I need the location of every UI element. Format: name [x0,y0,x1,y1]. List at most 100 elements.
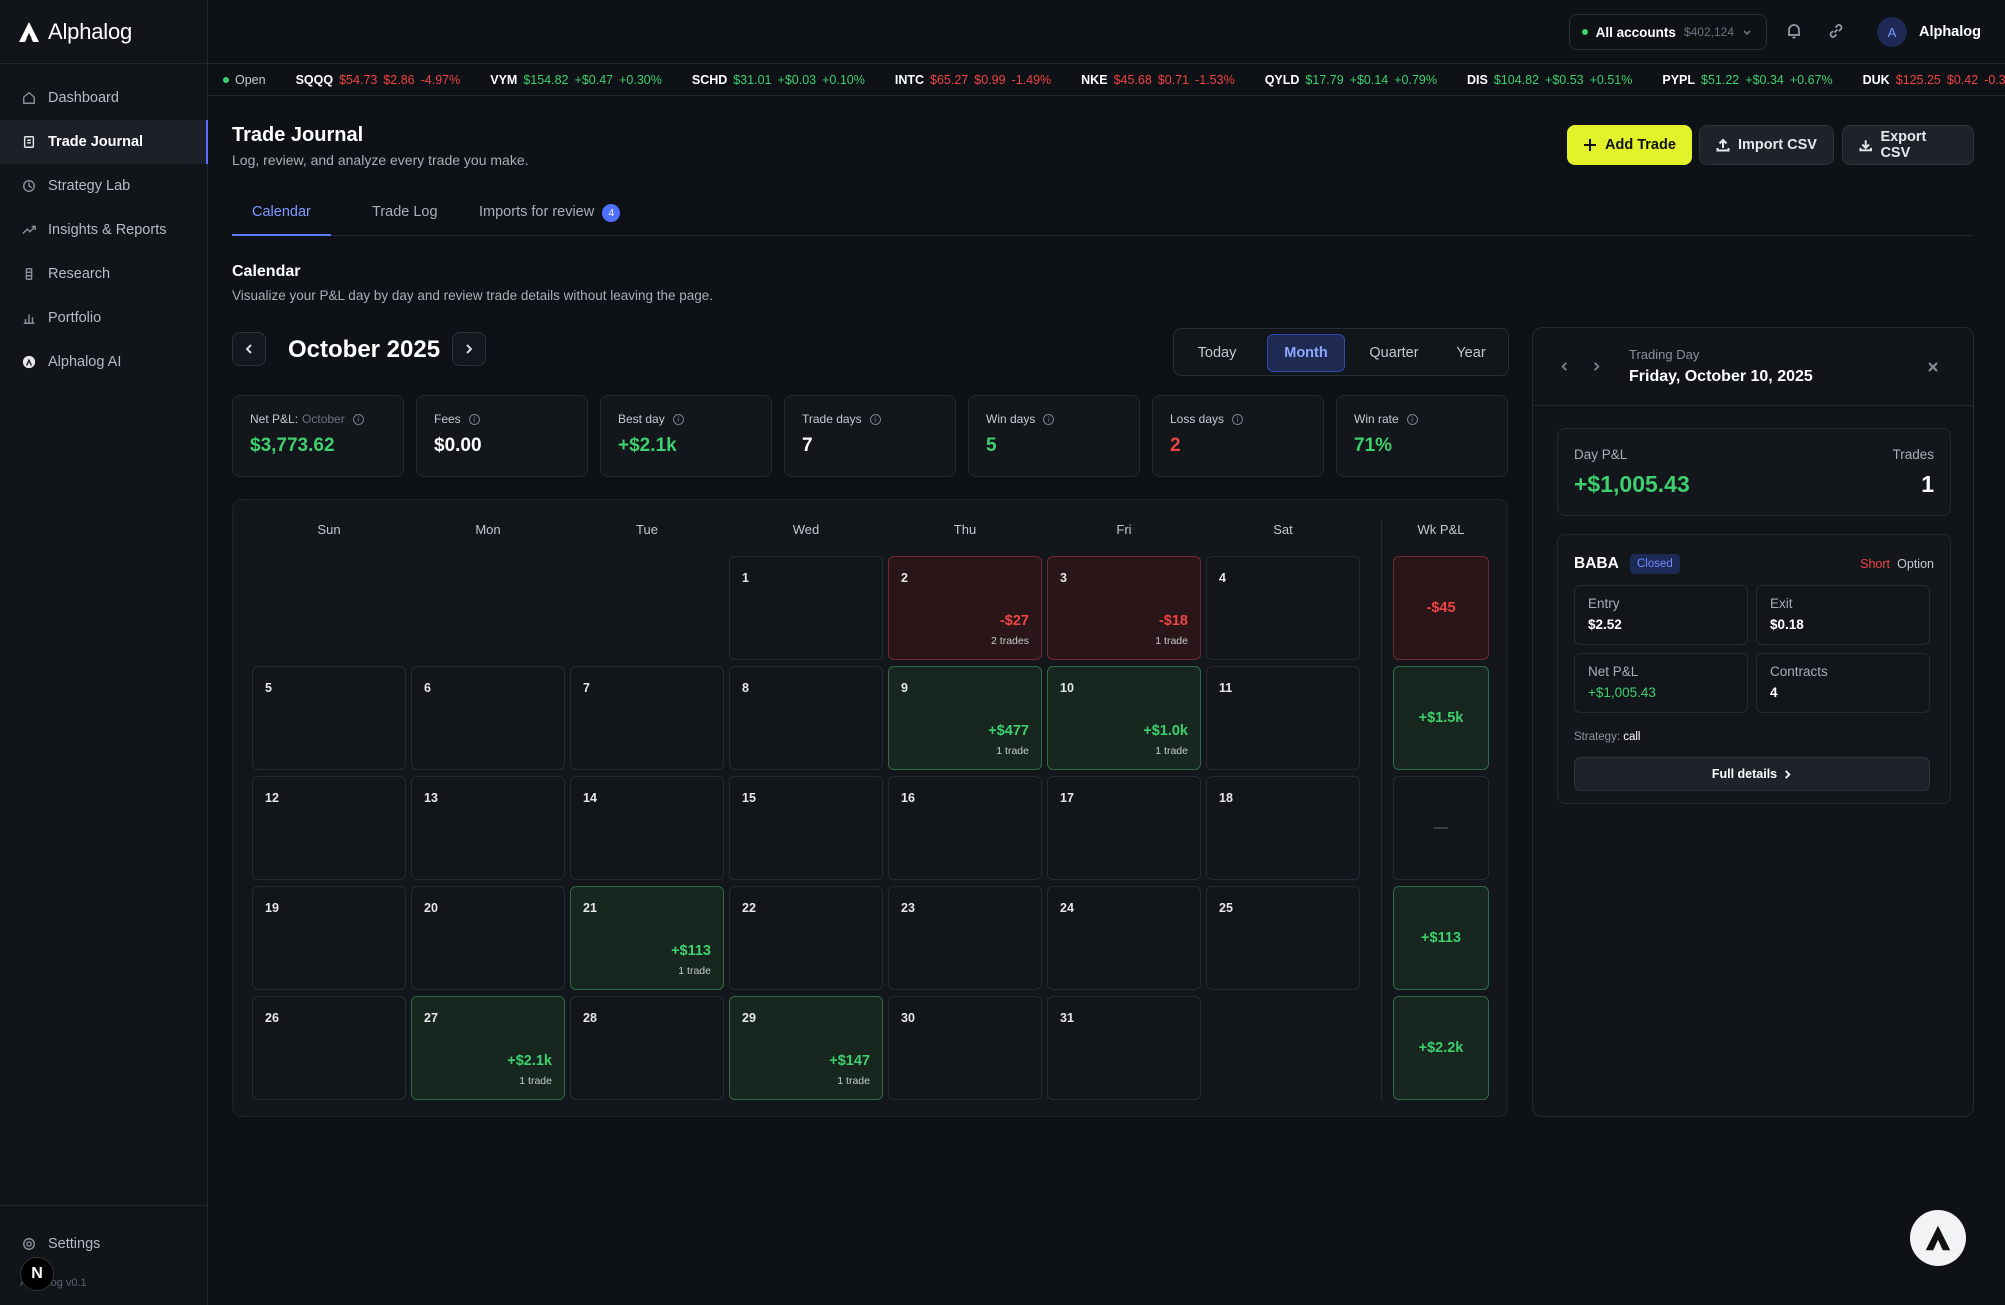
next-month-button[interactable] [452,332,486,366]
info-icon[interactable]: i [869,413,881,425]
calendar-day-cell[interactable]: 1 [729,556,883,660]
brand-logo[interactable]: Alphalog [0,0,207,64]
gear-icon [23,1238,35,1250]
import-csv-button[interactable]: Import CSV [1699,125,1834,165]
sidebar-item-trade-journal[interactable]: Trade Journal [0,120,208,164]
stat-label-row: Win rate i [1354,412,1490,426]
user-menu[interactable]: A Alphalog [1876,17,1981,47]
prev-month-button[interactable] [232,332,266,366]
export-csv-button[interactable]: Export CSV [1842,125,1974,165]
calendar-day-cell[interactable]: 4 [1206,556,1360,660]
calendar-day-cell[interactable]: 12 [252,776,406,880]
link-button[interactable] [1827,22,1847,42]
ticker-item[interactable]: INTC $65.27 $0.99 -1.49% [895,73,1051,87]
trades-value: 1 [1921,471,1934,497]
calendar-day-cell[interactable]: 2 -$27 2 trades [888,556,1042,660]
close-panel-button[interactable] [1927,361,1939,373]
weekday-header: Fri [1116,522,1132,537]
calendar-day-cell[interactable]: 17 [1047,776,1201,880]
calendar-day-cell[interactable]: 15 [729,776,883,880]
calendar-day-cell[interactable]: 11 [1206,666,1360,770]
info-icon[interactable]: i [672,413,684,425]
full-details-button[interactable]: Full details [1574,757,1930,791]
market-status-label: Open [235,72,266,87]
day-trade-count: 1 trade [837,1075,870,1087]
calendar-day-cell[interactable]: 13 [411,776,565,880]
info-icon[interactable]: i [1232,413,1244,425]
ticker-item[interactable]: PYPL $51.22 +$0.34 +0.67% [1662,73,1832,87]
info-icon[interactable]: i [1043,413,1055,425]
next-day-button[interactable] [1591,361,1602,372]
ticker-item[interactable]: VYM $154.82 +$0.47 +0.30% [490,73,662,87]
sidebar-item-insights[interactable]: Insights & Reports [0,208,207,252]
info-icon[interactable]: i [1406,413,1418,425]
calendar-day-cell[interactable]: 6 [411,666,565,770]
alphalog-ai-fab[interactable] [1910,1210,1966,1266]
ticker-item[interactable]: QYLD $17.79 +$0.14 +0.79% [1265,73,1437,87]
tab-imports-for-review[interactable]: Imports for review 4 [459,202,640,236]
tab-trade-log[interactable]: Trade Log [352,202,458,236]
calendar-day-cell[interactable]: 9 +$477 1 trade [888,666,1042,770]
ticker-percent: -0.33% [1984,72,2005,87]
sidebar-item-strategy-lab[interactable]: Strategy Lab [0,164,207,208]
calendar-day-cell[interactable]: 31 [1047,996,1201,1100]
tab-calendar[interactable]: Calendar [232,202,331,236]
ticker-symbol: DUK [1862,72,1890,87]
calendar-day-cell[interactable]: 24 [1047,886,1201,990]
calendar-day-cell[interactable]: 29 +$147 1 trade [729,996,883,1100]
calendar-day-cell[interactable]: 26 [252,996,406,1100]
calendar-day-cell[interactable]: 18 [1206,776,1360,880]
calendar-day-cell[interactable]: 3 -$18 1 trade [1047,556,1201,660]
ticker-change: +$0.47 [574,72,614,87]
calendar-day-cell[interactable]: 20 [411,886,565,990]
sidebar-item-dashboard[interactable]: Dashboard [0,76,207,120]
calendar-day-cell[interactable]: 5 [252,666,406,770]
sidebar-item-alphalog-ai[interactable]: Alphalog AI [0,340,207,384]
view-quarter-button[interactable]: Quarter [1356,334,1432,372]
prev-day-button[interactable] [1559,361,1570,372]
info-icon[interactable]: i [352,413,364,425]
notifications-button[interactable] [1785,22,1805,42]
ai-logo-icon [22,355,36,369]
view-today-button[interactable]: Today [1182,334,1252,372]
sidebar-item-research[interactable]: Research [0,252,207,296]
info-icon[interactable]: i [468,413,480,425]
ticker-item[interactable]: DUK $125.25 $0.42 -0.33% [1863,73,2005,87]
exit-value: $0.18 [1770,617,1804,632]
stat-label: Trade days [802,412,862,426]
calendar-day-cell[interactable]: 22 [729,886,883,990]
trade-card[interactable]: BABA Closed Short Option Entry $2.52 Exi… [1557,534,1951,804]
ticker-list: SQQQ $54.73 $2.86 -4.97% VYM $154.82 +$0.47 +0.… [296,73,2005,87]
view-month-button[interactable]: Month [1267,334,1345,372]
calendar-day-cell[interactable]: 28 [570,996,724,1100]
calendar-day-cell[interactable]: 30 [888,996,1042,1100]
alphalog-logo-icon [1925,1225,1951,1251]
stat-label-row: Fees i [434,412,570,426]
add-trade-label: Add Trade [1605,137,1676,153]
calendar-day-cell[interactable]: 21 +$113 1 trade [570,886,724,990]
calendar-day-cell[interactable]: 10 +$1.0k 1 trade [1047,666,1201,770]
ticker-item[interactable]: SCHD $31.01 +$0.03 +0.10% [692,73,865,87]
ticker-item[interactable]: DIS $104.82 +$0.53 +0.51% [1467,73,1632,87]
day-trade-count: 2 trades [991,635,1029,647]
account-selector[interactable]: All accounts $402,124 [1568,14,1767,50]
stat-value: $0.00 [434,435,482,456]
calendar-day-cell[interactable]: 25 [1206,886,1360,990]
view-year-button[interactable]: Year [1440,334,1502,372]
calendar-day-cell[interactable]: 8 [729,666,883,770]
ticker-price: $54.73 [339,72,378,87]
add-trade-button[interactable]: Add Trade [1567,125,1692,165]
chevron-right-icon [1785,769,1791,779]
n-badge-button[interactable]: N [20,1257,54,1291]
calendar-day-cell[interactable]: 27 +$2.1k 1 trade [411,996,565,1100]
calendar-day-cell[interactable]: 14 [570,776,724,880]
ticker-item[interactable]: NKE $45.68 $0.71 -1.53% [1081,73,1235,87]
calendar-day-cell[interactable]: 23 [888,886,1042,990]
calendar-day-cell[interactable]: 16 [888,776,1042,880]
sidebar-item-portfolio[interactable]: Portfolio [0,296,207,340]
calendar-day-cell[interactable]: 7 [570,666,724,770]
download-icon [1859,140,1872,152]
ticker-item[interactable]: SQQQ $54.73 $2.86 -4.97% [296,73,461,87]
calendar-day-cell[interactable]: 19 [252,886,406,990]
trading-day-panel: Trading Day Friday, October 10, 2025 Day… [1532,327,1974,1117]
